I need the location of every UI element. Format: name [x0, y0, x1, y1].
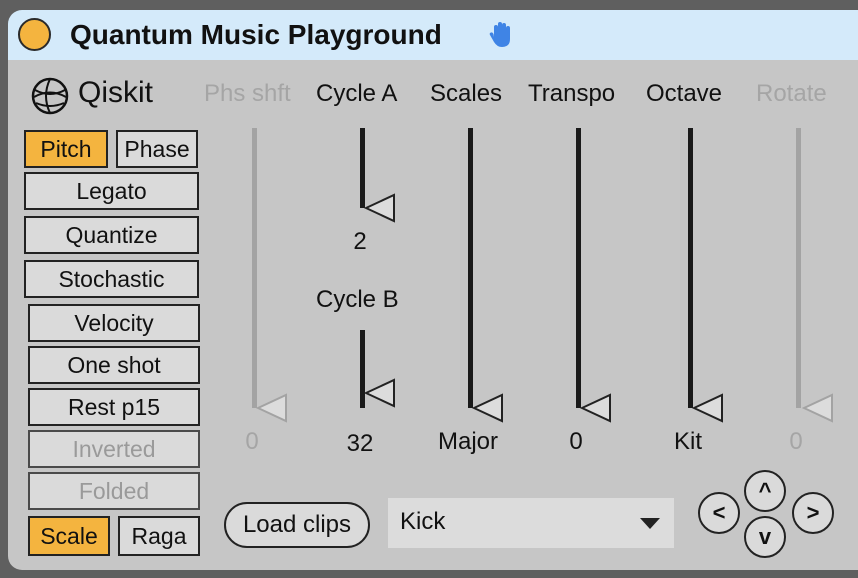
scale-mode-button[interactable]: Scale: [28, 516, 110, 556]
device-activator-toggle[interactable]: [18, 18, 51, 51]
cycle-b-value: 32: [346, 430, 374, 457]
nav-right-button[interactable]: >: [792, 492, 834, 534]
stochastic-toggle[interactable]: Stochastic: [24, 260, 199, 298]
cycle-a-value: 2: [353, 228, 367, 255]
phase-mode-button[interactable]: Phase: [116, 130, 198, 168]
device-title-bar: Quantum Music Playground: [8, 10, 858, 60]
scales-slider-track[interactable]: [468, 128, 473, 408]
velocity-toggle[interactable]: Velocity: [28, 304, 200, 342]
phs-shft-value: 0: [245, 428, 259, 455]
scales-value: Major: [437, 428, 498, 455]
rotate-slider-track[interactable]: [796, 128, 801, 408]
chevron-down-icon: [640, 518, 660, 529]
clip-select-value: Kick: [400, 508, 446, 535]
cycle-b-label: Cycle B: [316, 286, 399, 313]
raga-mode-button[interactable]: Raga: [118, 516, 200, 556]
pitch-mode-button[interactable]: Pitch: [24, 130, 108, 168]
one-shot-toggle[interactable]: One shot: [28, 346, 200, 384]
device-title: Quantum Music Playground: [70, 19, 442, 50]
clip-select-dropdown[interactable]: Kick: [388, 498, 674, 548]
rotate-slider-thumb-icon[interactable]: [802, 393, 834, 423]
header-rotate: Rotate: [756, 80, 827, 107]
phs-shft-slider-track[interactable]: [252, 128, 257, 408]
transpo-slider-thumb-icon[interactable]: [580, 393, 612, 423]
transpo-value: 0: [569, 428, 583, 455]
inverted-toggle[interactable]: Inverted: [28, 430, 200, 468]
cycle-a-slider-thumb-icon[interactable]: [364, 193, 396, 223]
rotate-value: 0: [789, 428, 803, 455]
folded-toggle[interactable]: Folded: [28, 472, 200, 510]
octave-slider-thumb-icon[interactable]: [692, 393, 724, 423]
header-scales: Scales: [430, 80, 503, 107]
header-cycle-a: Cycle A: [316, 80, 398, 107]
scales-slider-thumb-icon[interactable]: [472, 393, 504, 423]
header-octave: Octave: [646, 80, 723, 107]
qiskit-logo-icon: [31, 77, 69, 115]
transpo-slider-track[interactable]: [576, 128, 581, 408]
rest-p15-toggle[interactable]: Rest p15: [28, 388, 200, 426]
legato-toggle[interactable]: Legato: [24, 172, 199, 210]
header-phs-shft: Phs shft: [204, 80, 291, 107]
octave-slider-track[interactable]: [688, 128, 693, 408]
nav-left-button[interactable]: <: [698, 492, 740, 534]
phs-shft-slider-thumb-icon[interactable]: [256, 393, 288, 423]
cycle-b-slider-thumb-icon[interactable]: [364, 378, 396, 408]
load-clips-button[interactable]: Load clips: [224, 502, 370, 548]
nav-up-button[interactable]: ^: [744, 470, 786, 512]
nav-down-button[interactable]: v: [744, 516, 786, 558]
header-transpo: Transpo: [528, 80, 616, 107]
qiskit-logo-text: Qiskit: [78, 76, 153, 109]
octave-value: Kit: [673, 428, 702, 455]
device-panel: Qiskit Phs shft Cycle A Scales Transpo O…: [8, 60, 858, 570]
hand-icon: [489, 22, 510, 47]
quantize-toggle[interactable]: Quantize: [24, 216, 199, 254]
